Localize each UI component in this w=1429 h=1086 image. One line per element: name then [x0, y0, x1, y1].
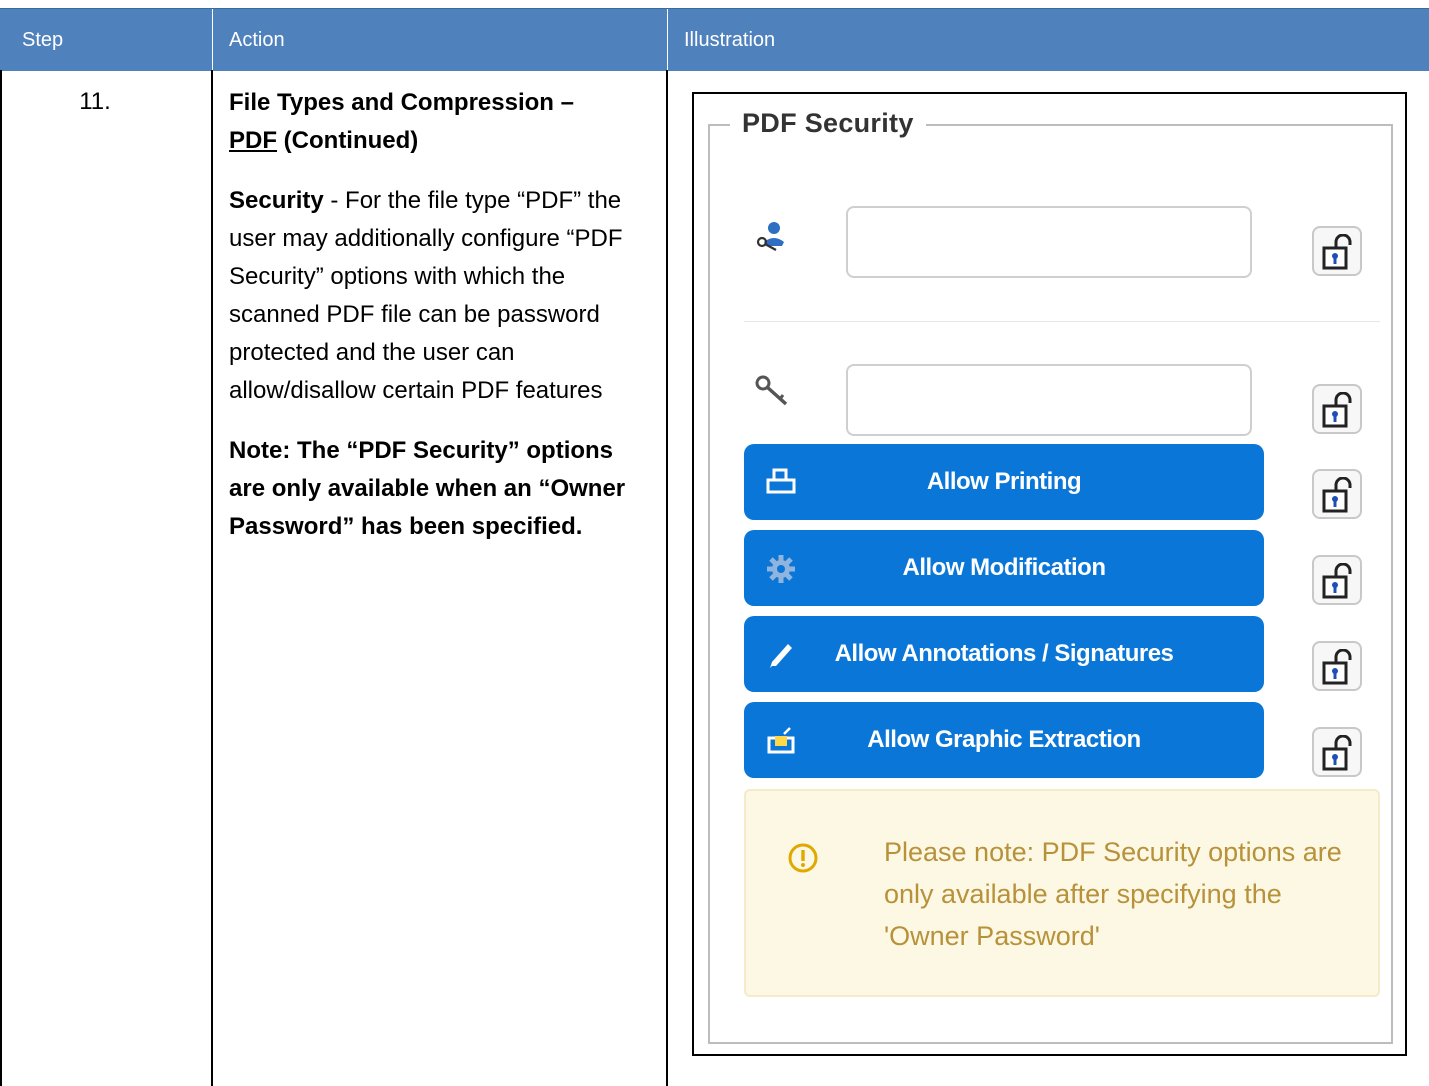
- security-paragraph: Security - For the file type “PDF” the u…: [229, 182, 659, 410]
- fieldset-legend: PDF Security: [730, 108, 926, 139]
- owner-key-icon: [754, 374, 794, 414]
- user-password-lock-button[interactable]: [1312, 226, 1362, 276]
- modification-lock-button[interactable]: [1312, 555, 1362, 605]
- allow-modification-button[interactable]: Allow Modification: [744, 530, 1264, 606]
- title-part: File Types and Compression –: [229, 89, 574, 116]
- allow-printing-button[interactable]: Allow Printing: [744, 444, 1264, 520]
- header-action: Action: [229, 29, 285, 51]
- unlock-icon: [1322, 234, 1352, 270]
- notice-text: Please note: PDF Security options are on…: [884, 837, 1342, 951]
- unlock-icon: [1322, 392, 1352, 428]
- security-notice: Please note: PDF Security options are on…: [744, 789, 1380, 997]
- user-password-input[interactable]: [846, 206, 1252, 278]
- allow-modification-label: Allow Modification: [902, 554, 1106, 581]
- title-part: (Continued): [277, 127, 419, 154]
- security-text: - For the file type “PDF” the user may a…: [229, 187, 623, 404]
- unlock-icon: [1322, 477, 1352, 513]
- pdf-security-fieldset: PDF Security Allow Printing Allow Modifi…: [708, 108, 1393, 1044]
- table-header-row: Step Action Illustration: [0, 8, 1429, 71]
- step-title: File Types and Compression – PDF (Contin…: [229, 84, 659, 160]
- owner-password-input[interactable]: [846, 364, 1252, 436]
- allow-annotations-button[interactable]: Allow Annotations / Signatures: [744, 616, 1264, 692]
- column-divider: [666, 70, 668, 1086]
- header-step: Step: [22, 29, 64, 51]
- action-text: File Types and Compression – PDF (Contin…: [229, 84, 659, 546]
- printing-lock-button[interactable]: [1312, 469, 1362, 519]
- allow-annotations-label: Allow Annotations / Signatures: [834, 640, 1174, 667]
- user-key-icon: [754, 220, 794, 260]
- section-divider: [744, 321, 1380, 322]
- warning-icon: [788, 843, 818, 873]
- owner-password-lock-button[interactable]: [1312, 384, 1362, 434]
- note-paragraph: Note: The “PDF Security” options are onl…: [229, 437, 626, 540]
- unlock-icon: [1322, 649, 1352, 685]
- step-number: 11.: [79, 88, 111, 115]
- illustration-screenshot: PDF Security Allow Printing Allow Modifi…: [692, 92, 1407, 1056]
- title-link-pdf[interactable]: PDF: [229, 127, 277, 154]
- allow-graphic-extraction-label: Allow Graphic Extraction: [867, 726, 1141, 753]
- graphic-extraction-lock-button[interactable]: [1312, 727, 1362, 777]
- allow-printing-label: Allow Printing: [926, 468, 1082, 495]
- allow-graphic-extraction-button[interactable]: Allow Graphic Extraction: [744, 702, 1264, 778]
- column-divider: [211, 70, 213, 1086]
- unlock-icon: [1322, 563, 1352, 599]
- table-border-left: [0, 70, 2, 1086]
- header-illustration: Illustration: [684, 29, 776, 51]
- annotations-lock-button[interactable]: [1312, 641, 1362, 691]
- security-label: Security: [229, 187, 324, 214]
- unlock-icon: [1322, 735, 1352, 771]
